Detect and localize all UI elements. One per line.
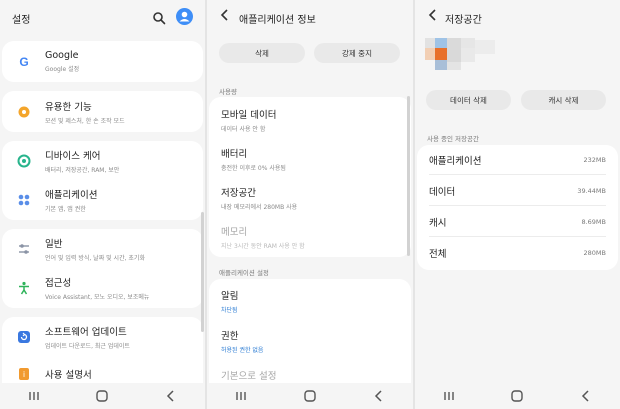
page-title: 애플리케이션 정보 (239, 14, 316, 26)
manual-icon: i (16, 366, 32, 382)
settings-card-device: 디바이스 케어 배터리, 저장공간, RAM, 보안 애플리케이션 기본 앱, 앱 … (2, 141, 203, 220)
recent-apps-icon[interactable] (226, 386, 256, 406)
back-nav-icon[interactable] (571, 386, 601, 406)
settings-panel: 설정 G Google Google 설정 유용한 기능 모션 및 제스처, 한 손… (0, 0, 205, 409)
settings-card-general: 일반 언어 및 입력 방식, 날짜 및 시간, 초기화 접근성 Voice Assi… (2, 229, 203, 308)
home-icon[interactable] (87, 386, 117, 406)
gear-star-icon (16, 104, 32, 120)
app-info-panel: 애플리케이션 정보 삭제 강제 중지 사용량 모바일 데이터 데이터 사용 안 … (207, 0, 413, 409)
svg-text:G: G (19, 55, 28, 69)
uninstall-button[interactable]: 삭제 (219, 43, 305, 63)
back-arrow-icon[interactable] (419, 8, 447, 22)
back-nav-icon[interactable] (364, 386, 394, 406)
settings-item-software-update[interactable]: 소프트웨어 업데이트 업데이트 다운로드, 최근 업데이트 (2, 317, 203, 357)
home-icon[interactable] (502, 386, 532, 406)
svg-text:i: i (23, 370, 25, 379)
page-title: 저장공간 (445, 14, 482, 26)
settings-item-google[interactable]: G Google Google 설정 (2, 41, 203, 82)
storage-row-cache: 캐시 8.69MB (429, 207, 606, 237)
accessibility-icon (16, 280, 32, 296)
settings-item-general[interactable]: 일반 언어 및 입력 방식, 날짜 및 시간, 초기화 (2, 229, 203, 269)
storage-row-data: 데이터 39.44MB (429, 176, 606, 206)
recent-apps-icon[interactable] (434, 386, 464, 406)
storage-usage-card: 애플리케이션 232MB 데이터 39.44MB 캐시 8.69MB 전체 28… (417, 145, 618, 270)
clear-data-button[interactable]: 데이터 삭제 (426, 90, 511, 110)
section-label-usage: 사용량 (219, 88, 237, 96)
home-icon[interactable] (295, 386, 325, 406)
settings-header: 설정 (0, 0, 205, 36)
settings-card-useful: 유용한 기능 모션 및 제스처, 한 손 조작 모드 (2, 91, 203, 132)
usage-item-mobile-data[interactable]: 모바일 데이터 데이터 사용 안 함 (221, 107, 401, 133)
settings-item-set-as-default[interactable]: 기본으로 설정 (221, 368, 401, 382)
app-info-header: 애플리케이션 정보 (207, 0, 413, 36)
usage-card: 모바일 데이터 데이터 사용 안 함 배터리 충전한 이후로 0% 사용됨 저장… (209, 97, 411, 257)
device-care-icon (16, 153, 32, 169)
settings-item-useful-features[interactable]: 유용한 기능 모션 및 제스처, 한 손 조작 모드 (2, 91, 203, 132)
nav-bar (0, 383, 205, 409)
search-icon[interactable] (152, 10, 166, 29)
clear-cache-button[interactable]: 캐시 삭제 (521, 90, 606, 110)
force-stop-button[interactable]: 강제 중지 (314, 43, 400, 63)
settings-card-update: 소프트웨어 업데이트 업데이트 다운로드, 최근 업데이트 i 사용 설명서 (2, 317, 203, 387)
usage-item-battery[interactable]: 배터리 충전한 이후로 0% 사용됨 (221, 146, 401, 172)
back-arrow-icon[interactable] (211, 8, 239, 22)
settings-item-notifications[interactable]: 알림 차단됨 (221, 288, 401, 314)
google-icon: G (16, 54, 32, 70)
usage-item-storage[interactable]: 저장공간 내장 메모리에서 280MB 사용 (221, 185, 401, 211)
section-label-app-settings: 애플리케이션 설정 (219, 269, 269, 277)
settings-item-accessibility[interactable]: 접근성 Voice Assistant, 모노 오디오, 보조메뉴 (2, 268, 203, 308)
page-title: 설정 (12, 14, 31, 26)
section-label-storage-used: 사용 중인 저장공간 (427, 135, 479, 143)
storage-row-total: 전체 280MB (429, 249, 606, 260)
apps-icon (16, 192, 32, 208)
scrollbar[interactable] (201, 212, 204, 332)
scrollbar[interactable] (407, 96, 410, 256)
nav-bar (415, 383, 620, 409)
account-avatar-icon[interactable] (176, 8, 193, 29)
storage-header: 저장공간 (415, 0, 620, 36)
update-icon (16, 329, 32, 345)
settings-item-permissions[interactable]: 권한 허용된 권한 없음 (221, 328, 401, 354)
usage-item-memory: 메모리 지난 3시간 동안 RAM 사용 안 함 (221, 227, 305, 250)
app-settings-card: 알림 차단됨 권한 허용된 권한 없음 기본으로 설정 (209, 279, 411, 389)
storage-panel: 저장공간 데이터 삭제 캐시 삭제 사용 중인 저장공간 애플리케이션 232M… (415, 0, 620, 409)
settings-item-device-care[interactable]: 디바이스 케어 배터리, 저장공간, RAM, 보안 (2, 141, 203, 181)
settings-card-google: G Google Google 설정 (2, 41, 203, 82)
sliders-icon (16, 241, 32, 257)
back-nav-icon[interactable] (156, 386, 186, 406)
storage-row-application: 애플리케이션 232MB (429, 145, 606, 175)
settings-item-applications[interactable]: 애플리케이션 기본 앱, 앱 권한 (2, 180, 203, 220)
recent-apps-icon[interactable] (19, 386, 49, 406)
nav-bar (207, 383, 413, 409)
app-icon (425, 38, 497, 76)
